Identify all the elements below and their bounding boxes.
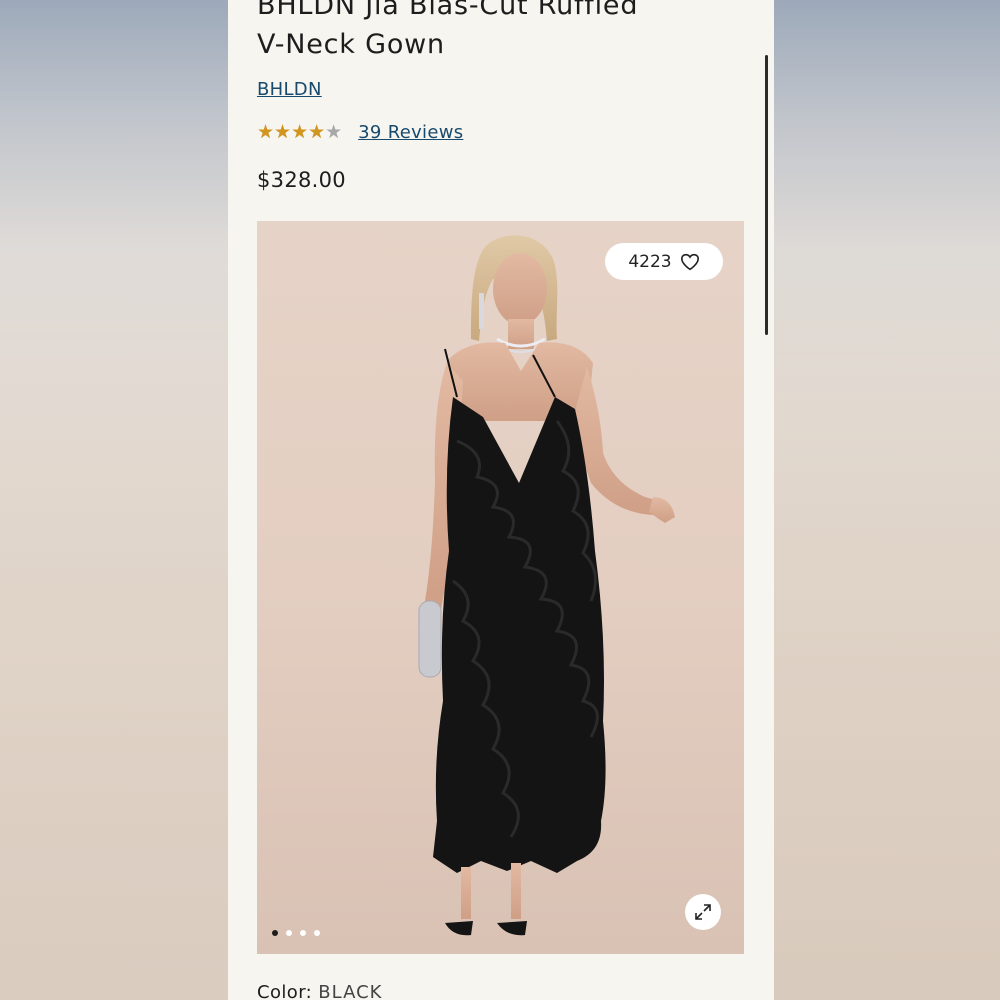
carousel-dot[interactable] [272, 930, 278, 936]
product-photo [418, 235, 675, 936]
scrollbar[interactable] [765, 55, 768, 335]
star-rating: ★★★★★ ★★★★★ [257, 121, 342, 143]
color-label: Color: [257, 982, 313, 1000]
heart-icon [680, 253, 700, 271]
product-image-carousel[interactable]: 4223 [257, 221, 744, 954]
star-rating-filled: ★★★★★ [257, 121, 326, 143]
color-selector-label: Color: BLACK [257, 982, 382, 1000]
product-title-line-1: BHLDN Jia Bias-Cut Ruffled [257, 0, 639, 21]
product-page: BHLDN Jia Bias-Cut Ruffled V-Neck Gown B… [228, 0, 774, 1000]
blurred-background-left [0, 0, 228, 1000]
carousel-dot[interactable] [314, 930, 320, 936]
color-value: BLACK [318, 982, 383, 1000]
brand-link[interactable]: BHLDN [257, 79, 322, 100]
carousel-indicators [272, 930, 320, 936]
blurred-background-right [774, 0, 1000, 1000]
likes-count: 4223 [628, 251, 672, 272]
carousel-dot[interactable] [286, 930, 292, 936]
product-title: BHLDN Jia Bias-Cut Ruffled V-Neck Gown [257, 0, 727, 64]
expand-icon [693, 902, 713, 922]
expand-button[interactable] [685, 894, 721, 930]
rating-row: ★★★★★ ★★★★★ 39 Reviews [257, 121, 463, 143]
price: $328.00 [257, 168, 346, 192]
reviews-link[interactable]: 39 Reviews [358, 122, 463, 143]
carousel-dot[interactable] [300, 930, 306, 936]
product-title-line-2: V-Neck Gown [257, 29, 445, 60]
wishlist-button[interactable]: 4223 [605, 243, 723, 280]
